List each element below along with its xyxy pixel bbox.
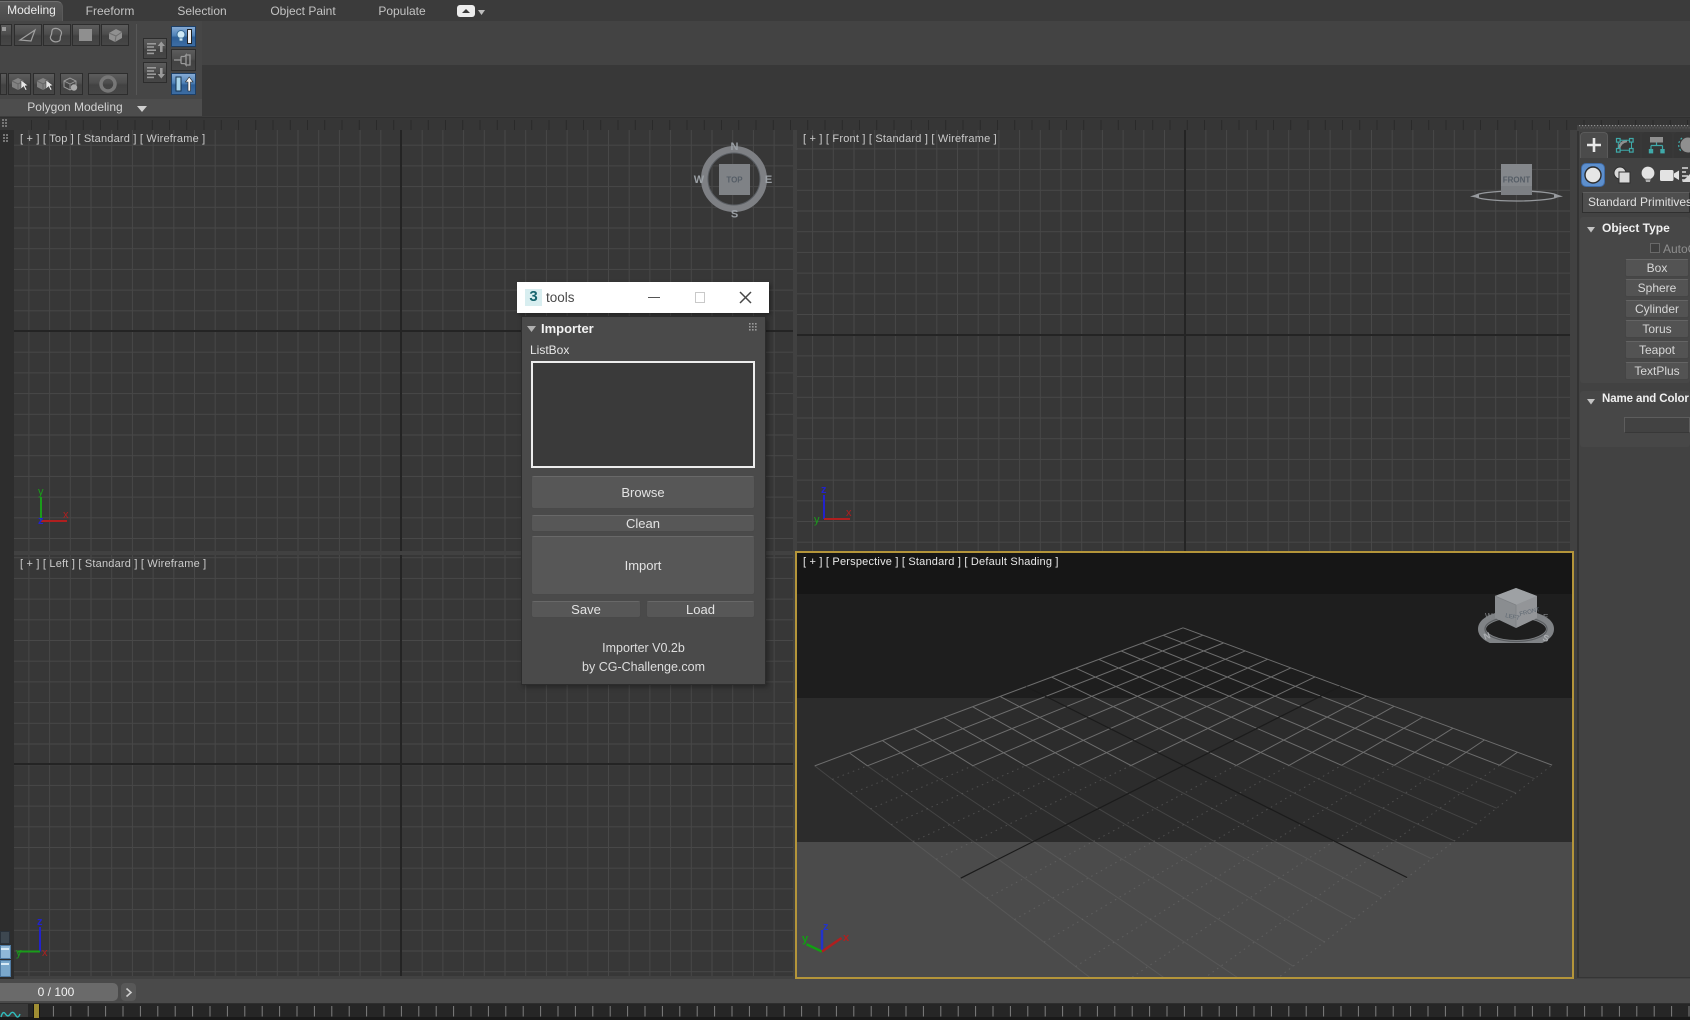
svg-text:y: y <box>38 486 44 498</box>
svg-text:E: E <box>1543 613 1548 622</box>
svg-text:x: x <box>843 932 850 944</box>
svg-text:z: z <box>823 921 829 933</box>
svg-text:y: y <box>814 514 820 526</box>
svg-text:N: N <box>1482 630 1492 642</box>
svg-text:z: z <box>821 484 827 496</box>
svg-text:z: z <box>37 916 43 928</box>
svg-text:x: x <box>846 507 852 519</box>
svg-text:x: x <box>63 509 69 521</box>
svg-text:N: N <box>731 141 739 153</box>
svg-text:y: y <box>16 947 22 959</box>
svg-text:E: E <box>765 174 772 186</box>
svg-text:W: W <box>694 174 705 186</box>
svg-text:z: z <box>38 515 44 527</box>
svg-text:x: x <box>42 947 48 959</box>
svg-text:TOP: TOP <box>726 176 743 185</box>
svg-text:y: y <box>802 933 809 945</box>
svg-text:S: S <box>731 209 738 221</box>
svg-text:W: W <box>1485 612 1493 621</box>
svg-text:FRONT: FRONT <box>1503 176 1531 185</box>
